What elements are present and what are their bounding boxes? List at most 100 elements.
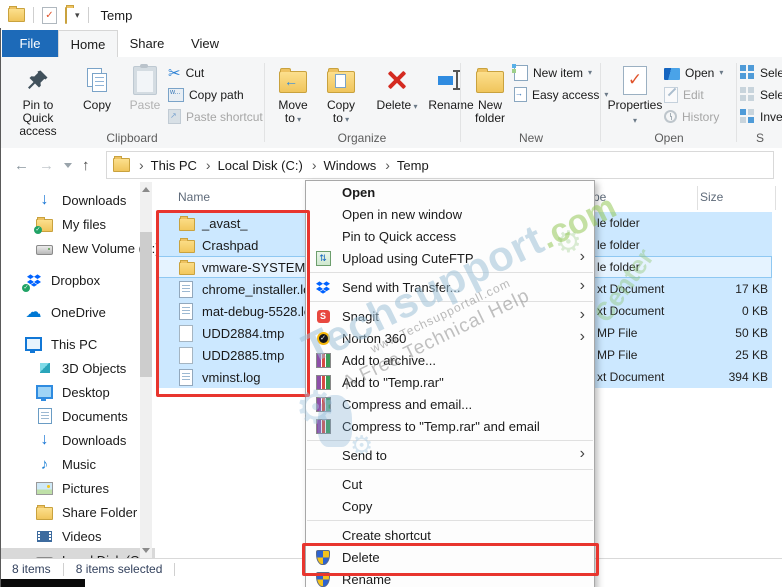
move-to-button[interactable]: Move to bbox=[270, 61, 316, 128]
sidebar-item-this-pc[interactable]: This PC bbox=[0, 332, 155, 356]
menu-item-pin-quick-access[interactable]: Pin to Quick access bbox=[306, 225, 594, 247]
sidebar-item-new-volume[interactable]: New Volume (E:) bbox=[0, 236, 160, 260]
menu-item-create-shortcut[interactable]: Create shortcut bbox=[306, 524, 594, 546]
cut-button[interactable]: ✂ Cut bbox=[168, 63, 263, 82]
edit-button[interactable]: Edit bbox=[664, 85, 723, 104]
text-document-icon bbox=[179, 302, 193, 320]
file-icon bbox=[179, 346, 193, 364]
paste-shortcut-button[interactable]: Paste shortcut bbox=[168, 107, 263, 126]
sidebar-item-dropbox[interactable]: Dropbox bbox=[0, 268, 155, 292]
delete-x-icon bbox=[384, 63, 410, 97]
sidebar-scrollbar[interactable] bbox=[140, 182, 152, 558]
onedrive-cloud-icon bbox=[25, 304, 42, 321]
menu-item-add-to-temp-rar[interactable]: Add to "Temp.rar" bbox=[306, 371, 594, 393]
menu-item-delete[interactable]: Delete bbox=[306, 546, 594, 568]
tab-share[interactable]: Share bbox=[118, 30, 176, 57]
sidebar-item-pictures[interactable]: Pictures bbox=[0, 476, 155, 500]
menu-item-rename[interactable]: Rename bbox=[306, 568, 594, 587]
sidebar-item-downloads[interactable]: Downloads bbox=[0, 188, 155, 212]
delete-ribbon-button[interactable]: Delete bbox=[372, 61, 422, 128]
menu-item-open-new-window[interactable]: Open in new window bbox=[306, 203, 594, 225]
window-title: Temp bbox=[100, 7, 133, 23]
copy-path-button[interactable]: Copy path bbox=[168, 85, 263, 104]
menu-item-send-with-transfer[interactable]: Send with Transfer... bbox=[306, 276, 594, 298]
sidebar-item-my-files[interactable]: My files bbox=[0, 212, 155, 236]
sidebar-item-local-disk[interactable]: Local Disk (C:) bbox=[0, 548, 155, 558]
breadcrumb-windows[interactable]: Windows bbox=[305, 157, 377, 173]
paste-button[interactable]: Paste bbox=[122, 61, 168, 140]
sidebar-item-share-folder[interactable]: Share Folder bbox=[0, 500, 155, 524]
download-arrow-icon bbox=[36, 432, 53, 449]
breadcrumb-this-pc[interactable]: This PC bbox=[132, 157, 197, 173]
scroll-up-arrow-icon[interactable] bbox=[142, 187, 150, 192]
window-edge bbox=[0, 28, 1, 587]
menu-item-open[interactable]: Open bbox=[306, 181, 594, 203]
menu-item-send-to[interactable]: Send to bbox=[306, 444, 594, 466]
address-bar[interactable]: This PC Local Disk (C:) Windows Temp bbox=[106, 151, 774, 179]
easy-access-button[interactable]: Easy access bbox=[514, 85, 608, 104]
sidebar-item-documents[interactable]: Documents bbox=[0, 404, 155, 428]
sidebar-item-music[interactable]: Music bbox=[0, 452, 155, 476]
invert-selection-button[interactable]: Inve bbox=[740, 107, 782, 126]
select-none-button[interactable]: Sele bbox=[740, 85, 782, 104]
sidebar-item-onedrive[interactable]: OneDrive bbox=[0, 300, 155, 324]
column-header-size[interactable]: Size bbox=[700, 190, 723, 204]
tab-view[interactable]: View bbox=[176, 30, 234, 57]
invert-selection-label: Inve bbox=[760, 109, 782, 124]
sidebar-item-downloads-pc[interactable]: Downloads bbox=[0, 428, 155, 452]
menu-item-compress-to-temp-rar-and-email[interactable]: Compress to "Temp.rar" and email bbox=[306, 415, 594, 437]
menu-separator bbox=[306, 466, 594, 473]
breadcrumb-local-disk[interactable]: Local Disk (C:) bbox=[199, 157, 303, 173]
menu-item-norton-360[interactable]: ✓ Norton 360 bbox=[306, 327, 594, 349]
copy-to-button[interactable]: Copy to bbox=[318, 61, 364, 128]
menu-item-compress-and-email[interactable]: Compress and email... bbox=[306, 393, 594, 415]
menu-item-add-to-archive[interactable]: Add to archive... bbox=[306, 349, 594, 371]
music-note-icon bbox=[36, 456, 53, 473]
pin-to-quick-access-button[interactable]: Pin to Quick access bbox=[4, 61, 72, 140]
text-document-icon bbox=[179, 368, 193, 386]
back-button[interactable]: ← bbox=[14, 157, 29, 174]
open-label: Open bbox=[685, 65, 715, 80]
breadcrumb-temp[interactable]: Temp bbox=[378, 157, 429, 173]
copy-label: Copy bbox=[82, 98, 111, 112]
qat-properties-button[interactable]: ✓ bbox=[42, 6, 57, 24]
new-item-button[interactable]: New item bbox=[512, 63, 608, 82]
column-divider[interactable] bbox=[775, 186, 776, 210]
sidebar-item-desktop[interactable]: Desktop bbox=[0, 380, 155, 404]
menu-separator bbox=[306, 269, 594, 276]
menu-item-upload-cuteftp[interactable]: ⇅ Upload using CuteFTP bbox=[306, 247, 594, 269]
history-button[interactable]: History bbox=[664, 107, 723, 126]
winrar-icon bbox=[315, 418, 331, 434]
copy-button[interactable]: Copy bbox=[74, 61, 120, 140]
recent-locations-dropdown[interactable] bbox=[64, 162, 72, 168]
sidebar-item-3d-objects[interactable]: 3D Objects bbox=[0, 356, 155, 380]
up-button[interactable]: ↑ bbox=[82, 157, 90, 174]
qat-new-folder-button[interactable] bbox=[65, 6, 67, 24]
column-header-type[interactable]: pe bbox=[593, 190, 606, 204]
qat-customize-dropdown[interactable]: ▾ bbox=[75, 10, 80, 21]
folder-icon bbox=[179, 237, 195, 253]
forward-button[interactable]: → bbox=[39, 157, 54, 174]
cut-label: Cut bbox=[185, 65, 205, 80]
column-divider[interactable] bbox=[697, 186, 698, 210]
ribbon: Pin to Quick access Copy Paste ✂ Cut Copy… bbox=[0, 57, 782, 149]
tab-file[interactable]: File bbox=[2, 30, 58, 57]
move-to-label: Move to bbox=[273, 99, 313, 126]
tab-home[interactable]: Home bbox=[58, 30, 118, 57]
new-folder-button[interactable]: New folder bbox=[466, 61, 514, 127]
open-button[interactable]: Open bbox=[664, 63, 723, 82]
column-header-name[interactable]: Name bbox=[178, 190, 210, 204]
clipboard-group-label: Clipboard bbox=[106, 131, 158, 145]
history-label: History bbox=[682, 109, 720, 124]
dropbox-icon bbox=[22, 272, 42, 292]
winrar-icon bbox=[315, 374, 331, 390]
sidebar-item-videos[interactable]: Videos bbox=[0, 524, 155, 548]
properties-button[interactable]: ✓ Properties bbox=[606, 61, 664, 129]
select-all-button[interactable]: Sele bbox=[740, 63, 782, 82]
copy-path-label: Copy path bbox=[189, 87, 244, 102]
menu-item-snagit[interactable]: S Snagit bbox=[306, 305, 594, 327]
scrollbar-thumb[interactable] bbox=[140, 232, 152, 377]
scroll-down-arrow-icon[interactable] bbox=[142, 548, 150, 553]
menu-item-copy[interactable]: Copy bbox=[306, 495, 594, 517]
menu-item-cut[interactable]: Cut bbox=[306, 473, 594, 495]
